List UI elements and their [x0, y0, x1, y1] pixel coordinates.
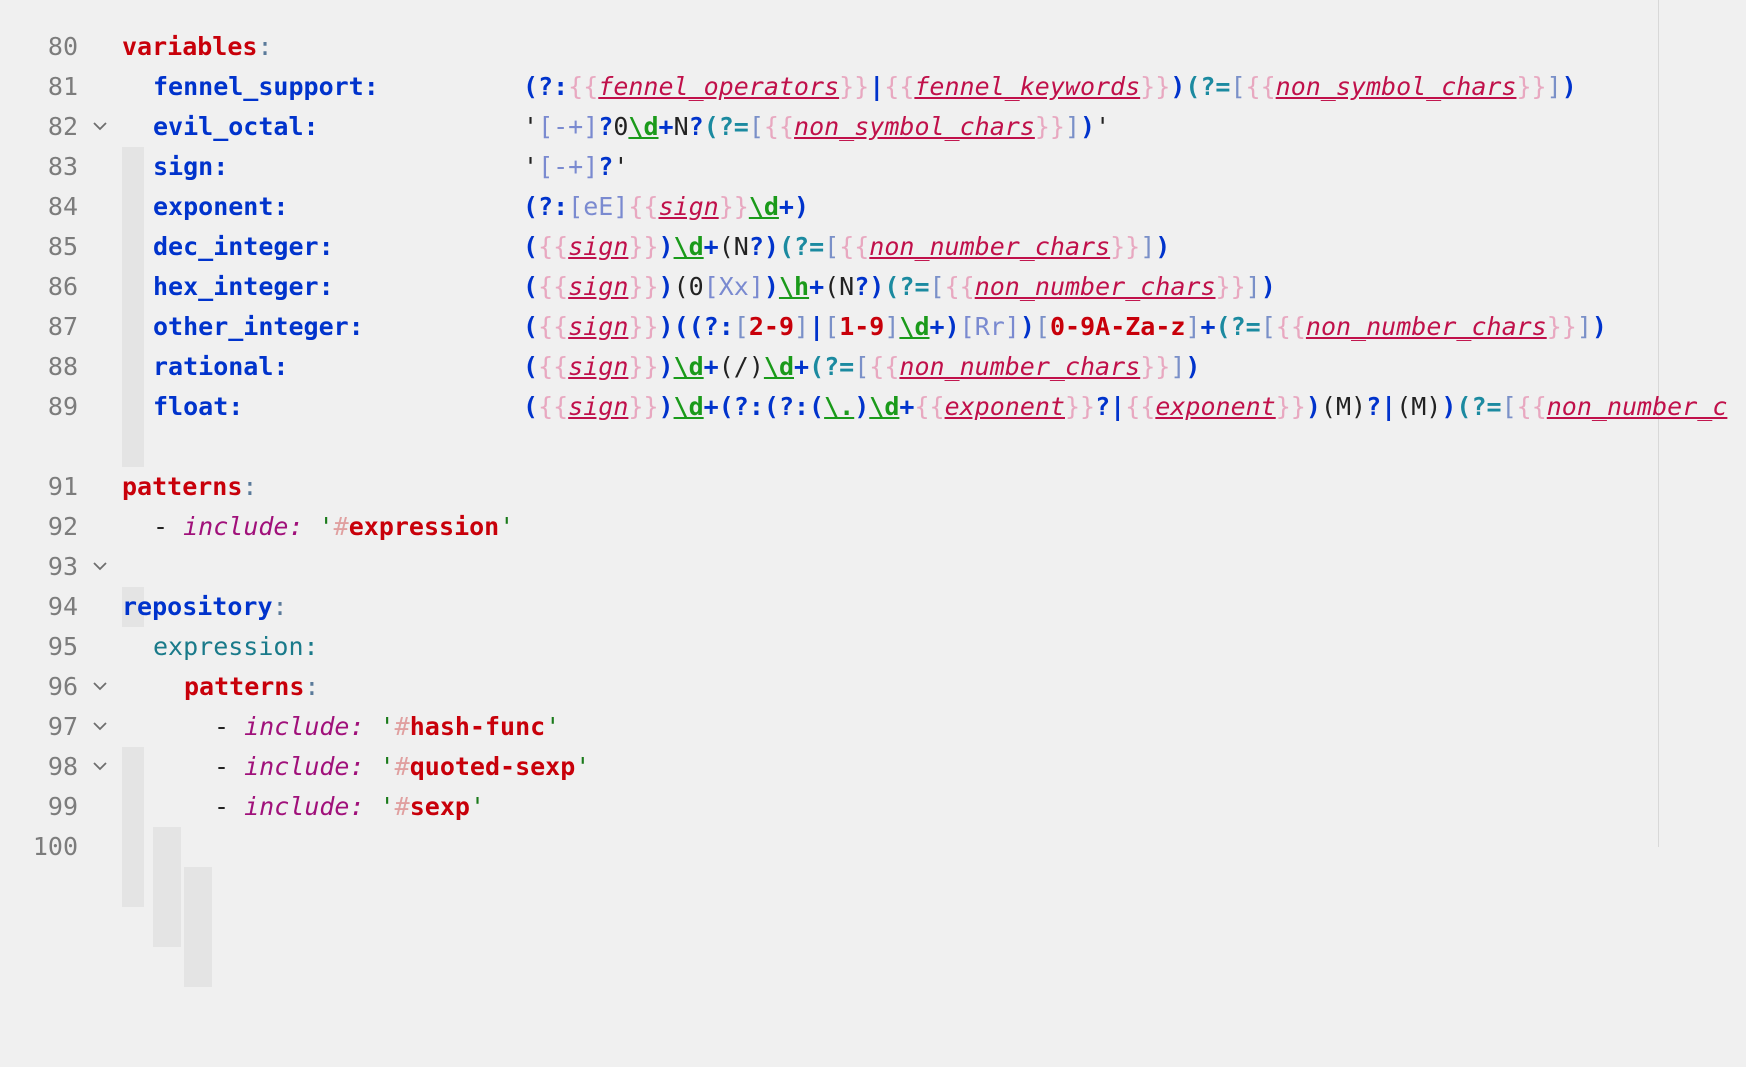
colon: : — [272, 592, 288, 621]
hash-sign: # — [394, 752, 410, 781]
include-key: include: — [244, 792, 365, 821]
code-line[interactable]: 82 fennel_support: (?:{{fennel_operators… — [0, 67, 1746, 187]
yaml-key: expression: — [153, 632, 319, 661]
yaml-key: repository — [122, 592, 273, 621]
indent-guide — [153, 867, 181, 907]
yaml-key: hex_integer: — [153, 272, 334, 301]
indent-guide — [122, 827, 144, 867]
code-line[interactable]: 98 - include: '#hash-func' — [0, 707, 1746, 907]
code-line[interactable]: 97 patterns: — [0, 667, 1746, 867]
yaml-key: float: — [153, 392, 244, 421]
quote: ' — [379, 712, 395, 741]
yaml-key: fennel_support: — [153, 72, 379, 101]
code-line[interactable]: 83 evil_octal: '[-+]?0\d+N?(?=[{{non_sym… — [0, 107, 1746, 227]
code-line[interactable]: 88 other_integer: ({{sign}})((?:[2-9]|[1… — [0, 307, 1746, 427]
quote: ' — [379, 752, 395, 781]
code-line[interactable]: 90 float: ({{sign}})\d+(?:(?:(\.)\d+{{ex… — [0, 387, 1746, 427]
colon: : — [257, 32, 273, 61]
yaml-key: dec_integer: — [153, 232, 334, 261]
include-ref: hash-func — [409, 712, 546, 741]
yaml-key: patterns — [122, 472, 243, 501]
code-line[interactable]: 89 rational: ({{sign}})\d+(/)\d+(?=[{{no… — [0, 347, 1746, 467]
quote: ' — [318, 512, 334, 541]
quote: ' — [575, 752, 591, 781]
yaml-key: rational: — [153, 352, 289, 381]
include-key: include: — [183, 512, 304, 541]
include-ref: quoted-sexp — [409, 752, 576, 781]
quote: ' — [469, 792, 485, 821]
regex-value: ({{sign}})\d+(N?)(?=[{{non_number_chars}… — [523, 232, 1171, 261]
indent-guide — [153, 827, 181, 867]
regex-value: '[-+]?' — [523, 152, 629, 181]
code-line[interactable]: 87 hex_integer: ({{sign}})(0[Xx])\h+(N?)… — [0, 267, 1746, 387]
include-key: include: — [244, 712, 365, 741]
include-ref: sexp — [409, 792, 470, 821]
include-ref: expression — [348, 512, 500, 541]
indent-guide — [184, 947, 212, 987]
code-line[interactable]: 80 — [0, 0, 1746, 61]
regex-value: (?:{{fennel_operators}}|{{fennel_keyword… — [523, 72, 1577, 101]
indent-guide — [122, 867, 144, 907]
indent-guide — [184, 907, 212, 947]
indent-guide — [184, 867, 212, 907]
hash-sign: # — [394, 712, 410, 741]
include-key: include: — [244, 752, 365, 781]
colon: : — [304, 672, 320, 701]
regex-value: ({{sign}})\d+(/)\d+(?=[{{non_number_char… — [523, 352, 1201, 381]
regex-value: ({{sign}})(0[Xx])\h+(N?)(?=[{{non_number… — [523, 272, 1276, 301]
line-number: 100 — [32, 832, 78, 861]
code-line[interactable]: 93 - include: '#expression' — [0, 507, 1746, 627]
yaml-key: variables — [122, 32, 258, 61]
yaml-key: sign: — [153, 152, 229, 181]
indent-guide — [153, 907, 181, 947]
quote: ' — [379, 792, 395, 821]
code-line[interactable]: 91 — [0, 427, 1746, 501]
code-line[interactable]: 86 dec_integer: ({{sign}})\d+(N?)(?=[{{n… — [0, 227, 1746, 347]
code-line[interactable]: 85 exponent: (?:[eE]{{sign}}\d+) — [0, 187, 1746, 307]
code-line[interactable]: 84 sign: '[-+]?' — [0, 147, 1746, 267]
code-editor[interactable]: 80 81 variables: 82 fennel_support: (?:{… — [0, 0, 1746, 987]
code-line[interactable]: 81 variables: — [0, 27, 1746, 131]
hash-sign: # — [333, 512, 349, 541]
list-dash: - — [214, 752, 245, 781]
code-line[interactable]: 100 - include: '#sexp' — [0, 787, 1746, 987]
code-line[interactable]: 94 — [0, 547, 1746, 621]
list-dash: - — [214, 792, 245, 821]
regex-value: (?:[eE]{{sign}}\d+) — [523, 192, 810, 221]
list-dash: - — [153, 512, 184, 541]
colon: : — [242, 472, 258, 501]
code-line[interactable]: 92 patterns: — [0, 467, 1746, 571]
regex-value: ({{sign}})\d+(?:(?:(\.)\d+{{exponent}}?|… — [523, 392, 1728, 421]
regex-value: ({{sign}})((?:[2-9]|[1-9]\d+)[Rr])[0-9A-… — [523, 312, 1607, 341]
yaml-key: patterns — [184, 672, 305, 701]
yaml-key: evil_octal: — [153, 112, 319, 141]
quote: ' — [499, 512, 515, 541]
yaml-key: exponent: — [153, 192, 289, 221]
code-line[interactable]: 96 expression: — [0, 627, 1746, 787]
list-dash: - — [214, 712, 245, 741]
regex-value: '[-+]?0\d+N?(?=[{{non_symbol_chars}}])' — [523, 112, 1111, 141]
code-line[interactable]: 95 repository: — [0, 587, 1746, 691]
quote: ' — [545, 712, 561, 741]
hash-sign: # — [394, 792, 410, 821]
yaml-key: other_integer: — [153, 312, 364, 341]
code-line[interactable]: 99 - include: '#quoted-sexp' — [0, 747, 1746, 947]
